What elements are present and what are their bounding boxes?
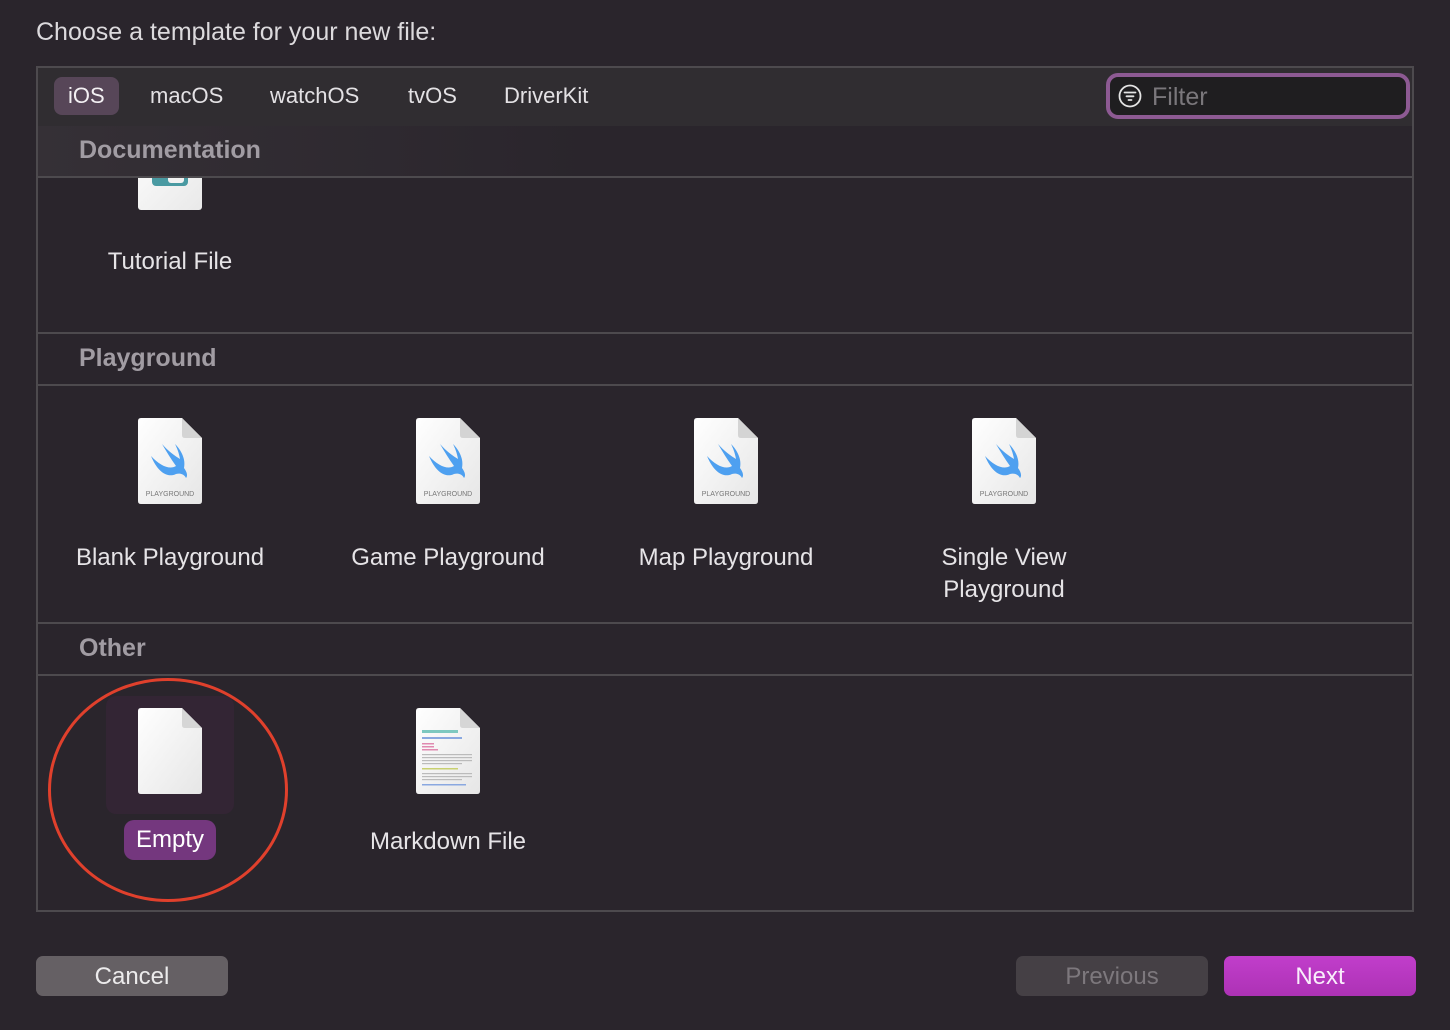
svg-text:PLAYGROUND: PLAYGROUND — [702, 491, 751, 498]
tab-watchos[interactable]: watchOS — [256, 77, 373, 115]
template-name: Tutorial File — [107, 248, 233, 275]
template-panel: iOS macOS watchOS tvOS DriverKit Documen… — [36, 66, 1414, 912]
template-markdown-file[interactable]: Markdown File — [333, 696, 563, 858]
section-header-documentation: Documentation — [38, 126, 1412, 178]
svg-text:PLAYGROUND: PLAYGROUND — [146, 491, 195, 498]
template-game-playground[interactable]: PLAYGROUND Game Playground — [333, 412, 563, 574]
playground-icon: PLAYGROUND — [138, 418, 202, 504]
section-title: Playground — [79, 344, 217, 372]
template-blank-playground[interactable]: PLAYGROUND Blank Playground — [55, 412, 285, 574]
next-button[interactable]: Next — [1224, 956, 1416, 996]
icon-wrap: PLAYGROUND — [106, 412, 234, 530]
filter-field[interactable] — [1106, 73, 1410, 119]
playground-icon: PLAYGROUND — [694, 418, 758, 504]
empty-file-icon — [138, 708, 202, 794]
section-header-other: Other — [38, 624, 1412, 676]
icon-wrap: PLAYGROUND — [940, 412, 1068, 530]
template-name: Game Playground — [351, 544, 545, 571]
platform-tabbar: iOS macOS watchOS tvOS DriverKit — [38, 68, 1412, 128]
svg-text:PLAYGROUND: PLAYGROUND — [424, 491, 473, 498]
tab-tvos[interactable]: tvOS — [394, 77, 471, 115]
template-name: Map Playground — [638, 544, 814, 571]
template-empty[interactable]: Empty — [55, 696, 285, 860]
filter-input[interactable] — [1150, 79, 1404, 115]
template-name: Empty — [123, 820, 216, 860]
tab-macos[interactable]: macOS — [136, 77, 237, 115]
template-single-view-playground[interactable]: PLAYGROUND Single View Playground — [889, 412, 1119, 606]
filter-icon — [1118, 84, 1142, 108]
icon-wrap: PLAYGROUND — [662, 412, 790, 530]
dialog-prompt: Choose a template for your new file: — [36, 18, 437, 46]
template-tutorial-file[interactable]: Tutorial File — [55, 178, 285, 288]
template-name: Blank Playground — [75, 544, 265, 571]
template-name: Markdown File — [369, 828, 527, 855]
section-title: Other — [79, 634, 146, 662]
tab-driverkit[interactable]: DriverKit — [490, 77, 602, 115]
section-title: Documentation — [79, 136, 261, 164]
icon-wrap — [106, 696, 234, 814]
template-map-playground[interactable]: PLAYGROUND Map Playground — [611, 412, 841, 574]
section-header-playground: Playground — [38, 334, 1412, 386]
icon-wrap: PLAYGROUND — [384, 412, 512, 530]
tab-ios[interactable]: iOS — [54, 77, 119, 115]
markdown-file-icon — [416, 708, 480, 794]
previous-button[interactable]: Previous — [1016, 956, 1208, 996]
tutorial-file-icon — [138, 178, 202, 212]
playground-icon: PLAYGROUND — [972, 418, 1036, 504]
template-name: Single View Playground — [941, 544, 1067, 603]
playground-icon: PLAYGROUND — [416, 418, 480, 504]
icon-wrap — [384, 696, 512, 814]
svg-text:PLAYGROUND: PLAYGROUND — [980, 491, 1029, 498]
cancel-button[interactable]: Cancel — [36, 956, 228, 996]
